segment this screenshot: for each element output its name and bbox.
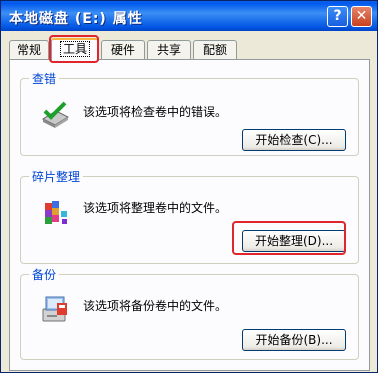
check-disk-icon [41,101,70,128]
close-button[interactable]: ✕ [351,6,372,27]
start-backup-button[interactable]: 开始备份(B)... [242,329,346,351]
defrag-group-title: 碎片整理 [29,168,84,185]
check-group-title: 查错 [29,70,60,87]
backup-group: 备份 该选项将备份卷中的文件。 开始备份(B)... [20,266,359,360]
tab-hardware[interactable]: 硬件 [101,40,145,60]
start-check-button[interactable]: 开始检查(C)... [242,129,346,151]
backup-icon [42,296,67,322]
properties-window: 本地磁盘 (E:) 属性 ? ✕ 常规 工具 硬件 共享 配额 查错 该选项将检… [0,0,378,373]
tab-sharing[interactable]: 共享 [147,40,191,60]
check-group: 查错 该选项将检查卷中的错误。 开始检查(C)... [20,70,359,156]
backup-description: 该选项将备份卷中的文件。 [83,299,228,313]
tab-quota[interactable]: 配额 [193,40,237,60]
title-bar[interactable]: 本地磁盘 (E:) 属性 ? ✕ [1,1,377,31]
window-title: 本地磁盘 (E:) 属性 [9,11,143,27]
check-description: 该选项将检查卷中的错误。 [83,105,228,119]
defrag-button-highlight [232,221,346,255]
defrag-description: 该选项将整理卷中的文件。 [83,201,228,215]
backup-group-title: 备份 [29,266,60,283]
defrag-icon [45,201,67,224]
tools-tab-highlight [49,35,99,63]
tab-general[interactable]: 常规 [9,40,49,60]
tools-panel: 查错 该选项将检查卷中的错误。 开始检查(C)... 碎片整理 该选项将整理卷中… [9,59,370,371]
help-button[interactable]: ? [327,6,348,27]
